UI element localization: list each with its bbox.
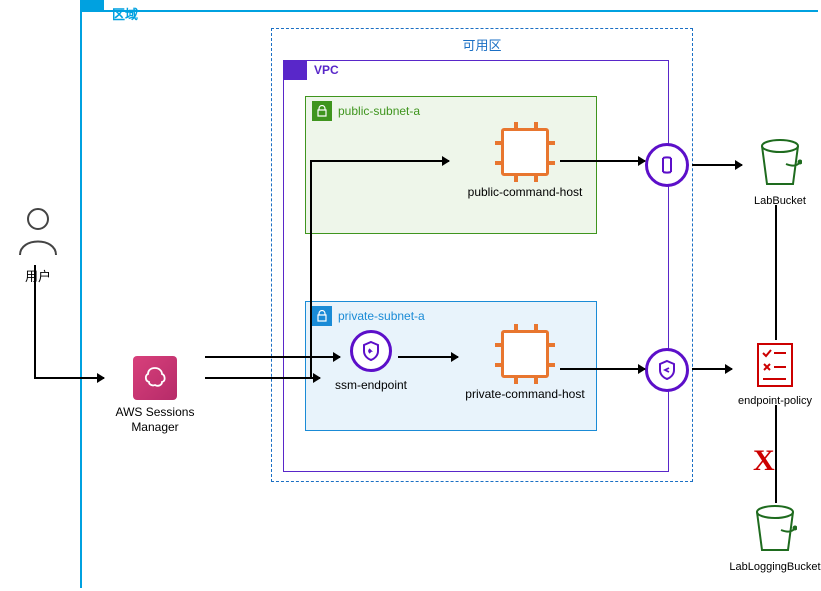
endpoint-policy: endpoint-policy [725, 342, 821, 407]
ec2-icon [501, 330, 549, 378]
vpc-endpoint-icon [350, 330, 392, 372]
connector [310, 160, 375, 162]
connector [398, 356, 458, 358]
connector [34, 265, 36, 377]
connector [692, 164, 742, 166]
connector [560, 160, 645, 162]
internet-gateway [645, 143, 689, 187]
vpc-label: VPC [314, 63, 339, 77]
connector [775, 405, 777, 503]
gateway-icon [645, 143, 689, 187]
ssm-endpoint-label: ssm-endpoint [326, 378, 416, 392]
policy-document-icon [756, 342, 794, 388]
connector [560, 368, 645, 370]
public-subnet-header: public-subnet-a [306, 97, 596, 125]
connector [34, 377, 104, 379]
s3-bucket-icon [758, 138, 802, 188]
public-host-label: public-command-host [460, 185, 590, 199]
s3-bucket-icon [753, 504, 797, 554]
region-label: 区域 [112, 4, 138, 23]
lab-bucket-label: LabBucket [735, 195, 821, 207]
user-label: 用户 [8, 266, 68, 285]
connector [205, 377, 320, 379]
connector [775, 205, 777, 340]
lab-bucket: LabBucket [735, 138, 821, 207]
ec2-icon [501, 128, 549, 176]
deny-marker-icon: X [753, 444, 775, 478]
lock-icon [312, 101, 332, 121]
lock-icon [312, 306, 332, 326]
public-subnet-name: public-subnet-a [338, 104, 420, 118]
az-label: 可用区 [272, 35, 692, 54]
private-subnet-header: private-subnet-a [306, 302, 596, 330]
connector [310, 160, 312, 378]
connector [692, 368, 732, 370]
architecture-diagram: 用户 AWS Sessions Manager 区域 可用区 VPC publi… [0, 0, 821, 591]
s3-gateway-endpoint [645, 348, 689, 392]
private-subnet-name: private-subnet-a [338, 309, 425, 323]
connector [374, 160, 449, 162]
public-command-host: public-command-host [460, 128, 590, 199]
lab-logging-bucket: LabLoggingBucket [720, 504, 821, 573]
user-actor: 用户 [8, 205, 68, 285]
vpc-tab [283, 60, 307, 80]
private-command-host: private-command-host [455, 330, 595, 401]
connector [205, 356, 340, 358]
region-tab [80, 0, 104, 10]
private-host-label: private-command-host [455, 387, 595, 401]
logging-bucket-label: LabLoggingBucket [720, 561, 821, 573]
gateway-endpoint-icon [645, 348, 689, 392]
endpoint-policy-label: endpoint-policy [725, 395, 821, 407]
user-icon [14, 205, 62, 257]
